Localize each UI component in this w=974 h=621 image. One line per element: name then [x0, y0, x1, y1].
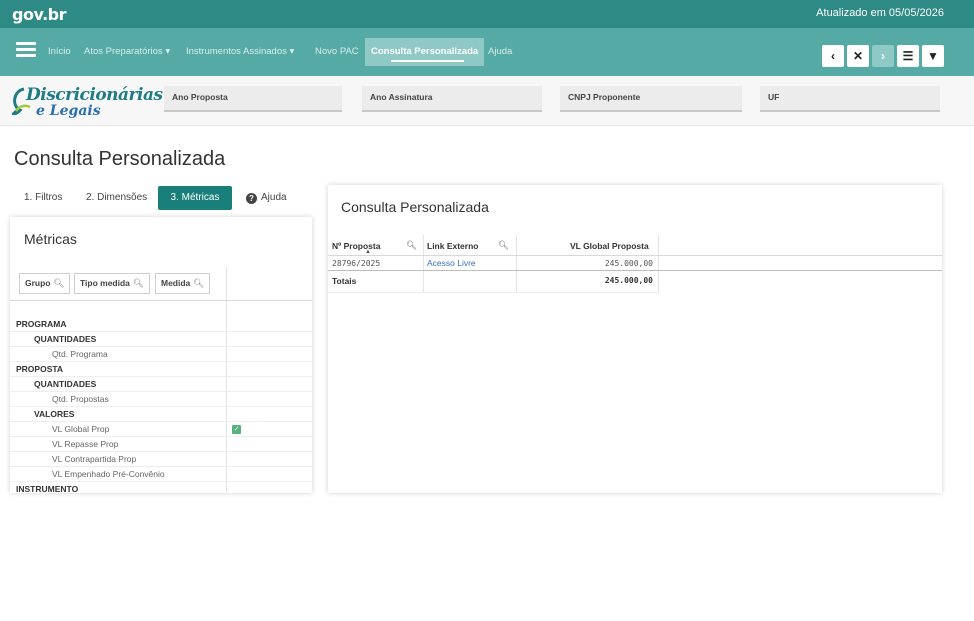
- cell-vl-global: 245.000,00: [604, 259, 653, 268]
- tree-row[interactable]: QUANTIDADES: [10, 377, 312, 392]
- column-divider: [516, 235, 517, 293]
- metrics-panel: Métricas Grupo 🔍︎ Tipo medida 🔍︎ Medida 🔍︎ …: [10, 217, 312, 493]
- nav-bar: Início Atos Preparatórios ▾ Instrumentos…: [0, 28, 974, 76]
- tree-row[interactable]: Qtd. Programa: [10, 347, 312, 362]
- nav-item-instrumentos-assinados[interactable]: Instrumentos Assinados ▾: [186, 46, 294, 57]
- app-root: gov.br Atualizado em 05/05/2026 Início A…: [0, 0, 974, 621]
- totals-value: 245.000,00: [604, 276, 653, 285]
- tree-row[interactable]: Qtd. Propostas: [10, 392, 312, 407]
- checkmark-icon[interactable]: ✓: [232, 425, 241, 434]
- search-icon: 🔍︎: [132, 278, 144, 288]
- column-divider: [658, 235, 659, 293]
- totals-line: [328, 270, 942, 271]
- header-grupo-label: Grupo: [25, 278, 51, 288]
- tab-ajuda[interactable]: ? Ajuda: [238, 186, 295, 210]
- tab-metricas[interactable]: 3. Métricas: [158, 186, 232, 210]
- column-header-vl-global[interactable]: VL Global Proposta: [570, 241, 649, 251]
- filter-icon[interactable]: ▼: [922, 45, 944, 67]
- tree-row-selected[interactable]: VL Global Prop ✓: [10, 422, 312, 437]
- filter-bar: Discricionárias e Legais Ano Proposta An…: [0, 76, 974, 126]
- tree-row[interactable]: PROGRAMA: [10, 317, 312, 332]
- metrics-title: Métricas: [24, 231, 77, 247]
- header-divider: [10, 300, 312, 301]
- totals-bottom-line: [328, 292, 658, 293]
- tree-row[interactable]: QUANTIDADES: [10, 332, 312, 347]
- nav-item-consulta-personalizada[interactable]: Consulta Personalizada: [365, 38, 485, 66]
- search-icon[interactable]: 🔍︎: [406, 240, 417, 251]
- tree-row[interactable]: VL Repasse Prop: [10, 437, 312, 452]
- tree-row[interactable]: PROPOSTA: [10, 362, 312, 377]
- header-medida[interactable]: Medida 🔍︎: [155, 273, 211, 294]
- filter-uf[interactable]: UF: [760, 86, 940, 112]
- cell-link-acesso-livre[interactable]: Acesso Livre: [427, 258, 476, 268]
- page-title: Consulta Personalizada: [14, 148, 226, 170]
- menu-icon[interactable]: [16, 42, 36, 57]
- column-header-link[interactable]: Link Externo: [427, 241, 478, 251]
- header-medida-label: Medida: [161, 278, 191, 288]
- results-panel: Consulta Personalizada Nº Proposta 🔍︎ ▲ …: [328, 185, 942, 493]
- filter-cnpj-proponente[interactable]: CNPJ Proponente: [560, 86, 742, 112]
- cell-proposta[interactable]: 28796/2025: [332, 259, 380, 268]
- back-icon[interactable]: ‹: [822, 45, 844, 67]
- filter-ano-proposta[interactable]: Ano Proposta: [164, 86, 342, 112]
- table-header-line: [328, 255, 942, 256]
- brand-line1: Discricionárias: [26, 85, 163, 105]
- search-icon: 🔍︎: [193, 278, 205, 288]
- help-icon: ?: [246, 193, 257, 204]
- column-header-proposta[interactable]: Nº Proposta: [332, 241, 380, 251]
- column-divider: [423, 235, 424, 293]
- tab-dimensoes[interactable]: 2. Dimensões: [78, 186, 155, 210]
- tree-row[interactable]: VALORES: [10, 407, 312, 422]
- nav-item-atos-preparatorios[interactable]: Atos Preparatórios ▾: [84, 46, 170, 57]
- top-bar: gov.br Atualizado em 05/05/2026: [0, 0, 974, 28]
- header-tipo-medida-label: Tipo medida: [80, 278, 130, 288]
- filter-ano-assinatura[interactable]: Ano Assinatura: [362, 86, 542, 112]
- nav-item-ajuda[interactable]: Ajuda: [488, 46, 512, 57]
- search-icon: 🔍︎: [53, 278, 65, 288]
- tree-row-label: VL Global Prop: [52, 424, 110, 434]
- updated-date: Atualizado em 05/05/2026: [816, 7, 944, 19]
- totals-label: Totais: [332, 276, 357, 286]
- forward-icon[interactable]: ›: [872, 45, 894, 67]
- results-title: Consulta Personalizada: [341, 199, 489, 215]
- nav-item-inicio[interactable]: Início: [48, 46, 71, 57]
- tree-row[interactable]: INSTRUMENTO: [10, 482, 312, 493]
- tree-row[interactable]: VL Contrapartida Prop: [10, 452, 312, 467]
- nav-item-novo-pac[interactable]: Novo PAC: [315, 46, 359, 57]
- search-icon[interactable]: 🔍︎: [498, 240, 509, 251]
- brand-logo: Discricionárias e Legais: [12, 83, 163, 121]
- brand-line2: e Legais: [36, 103, 101, 119]
- tree-row[interactable]: VL Empenhado Pré-Convênio: [10, 467, 312, 482]
- tab-filtros[interactable]: 1. Filtros: [16, 186, 70, 210]
- tab-ajuda-label: Ajuda: [261, 192, 287, 203]
- selections-icon[interactable]: ☰: [897, 45, 919, 67]
- clear-selections-icon[interactable]: ✕: [847, 45, 869, 67]
- header-tipo-medida[interactable]: Tipo medida 🔍︎: [74, 273, 150, 294]
- header-grupo[interactable]: Grupo 🔍︎: [19, 273, 71, 294]
- selection-tools: ‹ ✕ › ☰ ▼: [822, 45, 944, 67]
- govbr-logo[interactable]: gov.br: [12, 5, 67, 24]
